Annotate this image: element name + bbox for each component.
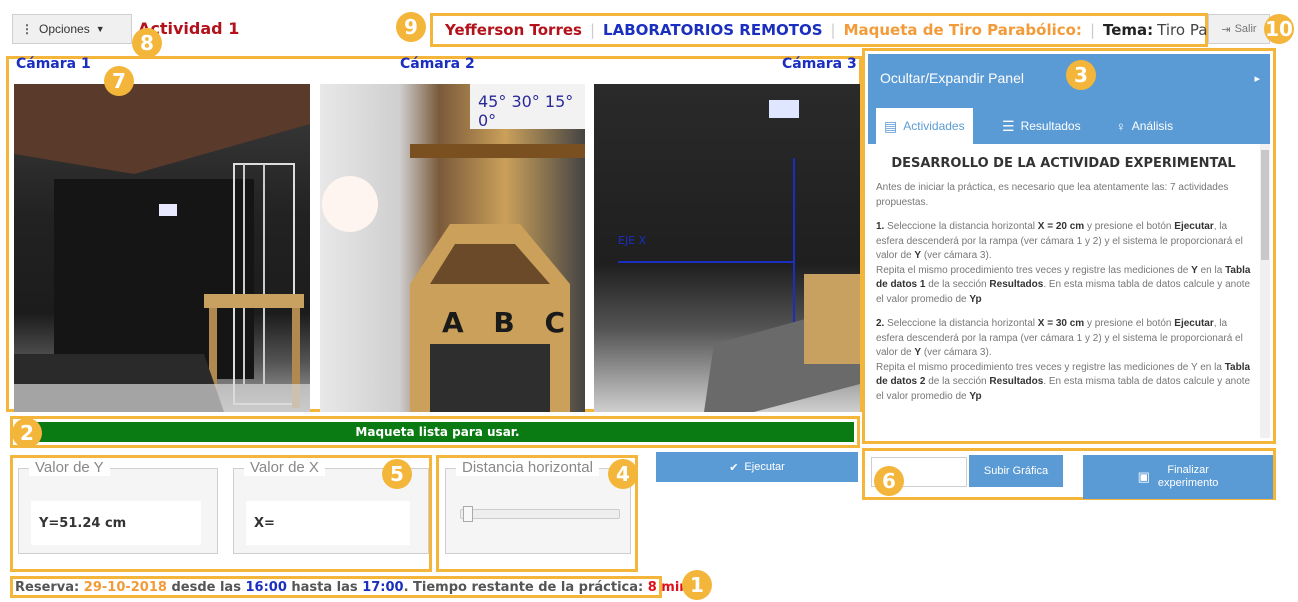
x-value-legend: Valor de X: [244, 459, 325, 476]
callout-badge-7: 7: [104, 66, 134, 96]
tab-actividades[interactable]: ▤ Actividades: [876, 108, 973, 144]
options-label: Opciones: [39, 22, 90, 36]
document-icon: ▤: [884, 117, 898, 134]
y-value-fieldset: Valor de Y Y=51.24 cm: [18, 459, 218, 554]
panel-body: DESARROLLO DE LA ACTIVIDAD EXPERIMENTAL …: [868, 144, 1259, 438]
check-icon: ✔: [729, 461, 739, 474]
values-area: Valor de Y Y=51.24 cm Valor de X X=: [10, 455, 432, 572]
callout-badge-9: 9: [396, 12, 426, 42]
separator: |: [1089, 21, 1095, 39]
callout-badge-5: 5: [382, 459, 412, 489]
angle-marks: 45° 30° 15° 0°: [478, 92, 574, 130]
table-icon: ☰: [1002, 117, 1015, 134]
activity-item-2: 2. Seleccione la distancia horizontal X …: [876, 318, 1251, 402]
separator: |: [830, 21, 836, 39]
camera-3-label: Cámara 3: [782, 56, 857, 72]
callout-badge-8: 8: [132, 28, 162, 58]
y-value-display: Y=51.24 cm: [31, 501, 201, 545]
camera-1-feed: [14, 84, 310, 412]
chevron-right-icon: ▸: [1254, 72, 1260, 85]
execute-label: Ejecutar: [744, 461, 785, 473]
panel-header-label: Ocultar/Expandir Panel: [880, 70, 1024, 86]
side-panel: Ocultar/Expandir Panel ▸ ▤ Actividades ☰…: [862, 48, 1276, 444]
reservation-date: 29-10-2018: [83, 579, 167, 595]
panel-tabs: ▤ Actividades ☰ Resultados ♀ Análisis: [868, 102, 1270, 144]
exit-button[interactable]: ⇥ Salir: [1208, 14, 1270, 44]
status-bar: Maqueta lista para usar.: [21, 422, 854, 442]
distance-legend: Distancia horizontal: [456, 459, 599, 476]
camera-2-scene: [322, 84, 585, 412]
callout-badge-6: 6: [874, 466, 904, 496]
ramp-letters: A B C: [442, 306, 576, 339]
panel-scroll-thumb[interactable]: [1261, 150, 1269, 260]
axis-label-eje-x: EJE X: [618, 234, 647, 247]
camera-3-feed: EJE X: [594, 84, 860, 412]
lab-name: LABORATORIOS REMOTOS: [603, 21, 823, 39]
camera-1-label: Cámara 1: [16, 56, 91, 72]
reservation-info: Reserva: 29-10-2018 desde las 16:00 hast…: [10, 576, 694, 598]
exit-label: Salir: [1234, 23, 1257, 35]
sign-out-icon: ⇥: [1221, 23, 1231, 36]
tab-resultados-label: Resultados: [1020, 119, 1081, 133]
x-value-display: X=: [246, 501, 410, 545]
reservation-to: 17:00: [362, 579, 404, 595]
tab-analisis-label: Análisis: [1131, 119, 1174, 133]
y-value-legend: Valor de Y: [29, 459, 110, 476]
distance-slider-handle[interactable]: [463, 506, 473, 522]
tab-resultados[interactable]: ☰ Resultados: [994, 108, 1089, 144]
panel-intro: Antes de iniciar la práctica, es necesar…: [876, 182, 1229, 208]
callout-badge-3: 3: [1066, 60, 1096, 90]
panel-heading: DESARROLLO DE LA ACTIVIDAD EXPERIMENTAL: [891, 156, 1236, 171]
status-area: Maqueta lista para usar.: [10, 416, 860, 448]
callout-badge-1: 1: [682, 570, 712, 600]
distance-fieldset: Distancia horizontal: [445, 459, 631, 554]
vertical-dots-icon: ⋮: [21, 22, 33, 36]
reservation-from: 16:00: [245, 579, 287, 595]
callout-badge-4: 4: [608, 459, 638, 489]
save-icon: ▣: [1137, 469, 1150, 485]
topic-prefix: Tema:: [1103, 21, 1154, 39]
activity-item-1: 1. Seleccione la distancia horizontal X …: [876, 221, 1251, 305]
panel-scrollbar[interactable]: [1260, 144, 1270, 438]
tab-analisis[interactable]: ♀ Análisis: [1108, 108, 1181, 144]
execute-button[interactable]: ✔ Ejecutar: [656, 452, 858, 482]
camera-1-scene: [14, 84, 310, 412]
finish-label: Finalizar experimento: [1157, 463, 1219, 489]
camera-2-feed: 45° 30° 15° 0° A B C: [320, 84, 585, 412]
camera-2-label: Cámara 2: [400, 56, 475, 72]
upload-area: Subir Gráfica ▣ Finalizar experimento: [862, 448, 1276, 500]
options-button[interactable]: ⋮ Opciones ▼: [12, 14, 132, 44]
distance-slider-track[interactable]: [460, 506, 620, 522]
user-name: Yefferson Torres: [445, 21, 582, 39]
lightbulb-icon: ♀: [1116, 118, 1126, 134]
finish-experiment-button[interactable]: ▣ Finalizar experimento: [1083, 455, 1273, 499]
separator: |: [589, 21, 596, 39]
camera-3-scene: [618, 100, 860, 412]
tab-actividades-label: Actividades: [903, 119, 965, 133]
callout-badge-10: 10: [1264, 14, 1294, 44]
header-info: Yefferson Torres | LABORATORIOS REMOTOS …: [430, 13, 1267, 47]
model-label: Maqueta de Tiro Parabólico:: [843, 21, 1082, 39]
upload-graph-button[interactable]: Subir Gráfica: [969, 455, 1063, 487]
callout-badge-2: 2: [12, 418, 42, 448]
caret-down-icon: ▼: [95, 24, 105, 34]
